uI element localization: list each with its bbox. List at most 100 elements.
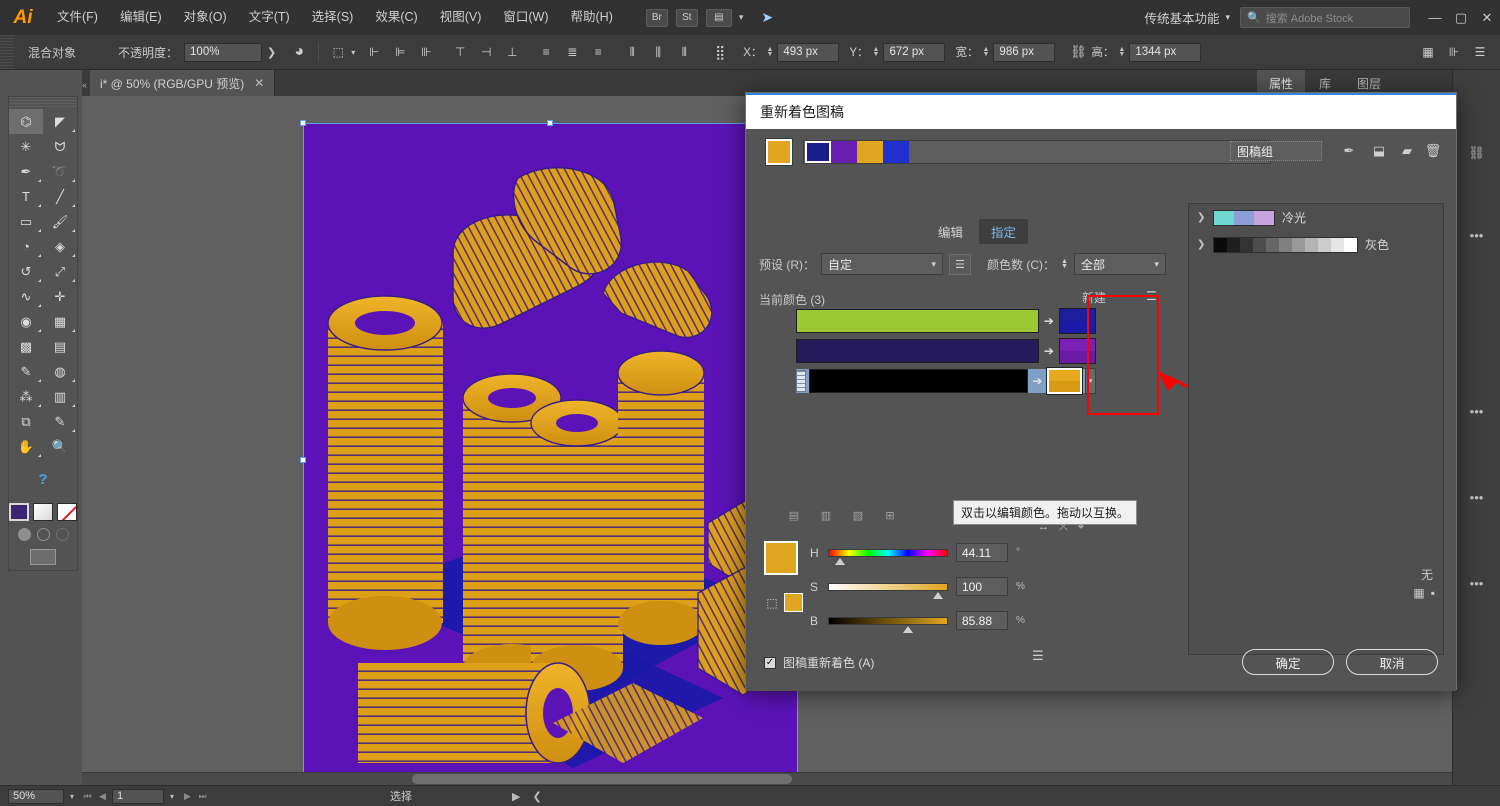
color-picker-icon[interactable]: ⌖: [1078, 521, 1084, 534]
width-input[interactable]: 986 px: [993, 42, 1056, 62]
tool-width[interactable]: ∿: [9, 284, 43, 309]
height-input[interactable]: 1344 px: [1129, 42, 1202, 62]
y-input[interactable]: 672 px: [883, 42, 946, 62]
dock-link-icon[interactable]: ⛓: [1453, 130, 1500, 176]
x-coordinate[interactable]: X： ▲ ▼ 493 px: [743, 42, 840, 62]
tool-gradient[interactable]: ▤: [43, 334, 77, 359]
height-stepper[interactable]: ▲ ▼: [1118, 46, 1125, 58]
selection-mode-chevron-down-icon[interactable]: ▾: [351, 48, 355, 57]
menu-edit[interactable]: 编辑(E): [109, 0, 173, 35]
tool-paintbrush[interactable]: 🖌: [43, 209, 77, 234]
opacity-mask-icon[interactable]: ◕: [287, 40, 311, 64]
row-drag-handle[interactable]: [796, 370, 806, 392]
ok-button[interactable]: 确定: [1242, 649, 1334, 675]
hsb-preview-swatch[interactable]: [764, 541, 798, 575]
tools-panel-grip[interactable]: [9, 97, 77, 109]
last-artboard-icon[interactable]: ⏭: [195, 791, 210, 802]
tab-collapse-icon[interactable]: «: [82, 80, 90, 96]
tab-assign[interactable]: 指定: [979, 219, 1029, 244]
control-bar-menu-icon[interactable]: ☰: [1468, 40, 1492, 64]
tool-shape-builder[interactable]: ◉: [9, 309, 43, 334]
menu-effect[interactable]: 效果(C): [364, 0, 428, 35]
menu-window[interactable]: 窗口(W): [492, 0, 559, 35]
align-bottom-icon[interactable]: ⊥: [500, 40, 524, 64]
tool-curvature[interactable]: ➰: [43, 159, 77, 184]
lock-aspect-ratio-icon[interactable]: ⛓: [1066, 40, 1090, 64]
chevron-right-icon-1[interactable]: ❯: [1197, 212, 1206, 223]
preset-select[interactable]: 自定 ▾: [821, 253, 943, 275]
selection-mode-icon[interactable]: ⬚: [326, 40, 350, 64]
chevron-right-icon-2[interactable]: ❯: [1197, 239, 1206, 250]
tool-pen[interactable]: ✒: [9, 159, 43, 184]
brightness-input[interactable]: 85.88: [956, 611, 1008, 630]
list-view-icon[interactable]: ▪: [1431, 586, 1435, 600]
tool-free-transform[interactable]: ✛: [43, 284, 77, 309]
source-color-bar-2[interactable]: [796, 339, 1039, 363]
separate-colors-icon[interactable]: ▥: [816, 507, 836, 523]
width-coordinate[interactable]: 宽： ▲ ▼ 986 px: [955, 42, 1056, 62]
tool-direct-selection[interactable]: ◤: [43, 109, 77, 134]
selection-handle-tl[interactable]: [300, 120, 306, 126]
stroke-swatch[interactable]: [33, 503, 53, 521]
color-groups-panel[interactable]: ❯ 冷光 ❯ 灰色 无 ▦ ▪: [1188, 203, 1444, 655]
maximize-button[interactable]: ▢: [1448, 0, 1474, 35]
tool-perspective-grid[interactable]: ▦: [43, 309, 77, 334]
dock-ellipsis-icon-1[interactable]: •••: [1453, 212, 1500, 258]
eyedropper-icon[interactable]: ✒: [1338, 141, 1360, 161]
artboard[interactable]: [303, 123, 797, 786]
color-mode-icon[interactable]: [17, 528, 31, 541]
tool-blend[interactable]: ◍: [43, 359, 77, 384]
align-top-icon[interactable]: ⊤: [448, 40, 472, 64]
first-artboard-icon[interactable]: ⏮: [80, 791, 95, 802]
color-row-3[interactable]: ➔ ▾: [796, 367, 1096, 395]
discover-icon[interactable]: ➤: [761, 9, 773, 26]
recolor-checkbox-row[interactable]: ✓ 图稿重新着色 (A): [764, 654, 874, 671]
tool-eyedropper[interactable]: ✎: [9, 359, 43, 384]
x-stepper[interactable]: ▲ ▼: [766, 46, 773, 58]
tool-scale[interactable]: ⤢: [43, 259, 77, 284]
brightness-slider[interactable]: [828, 616, 948, 633]
menu-object[interactable]: 对象(O): [173, 0, 238, 35]
color-group-name-input[interactable]: 图稿组: [1230, 141, 1322, 161]
trash-icon[interactable]: 🗑: [1422, 141, 1444, 161]
opacity-expand-icon[interactable]: ❯: [267, 46, 276, 59]
color-group-combo[interactable]: ▾: [803, 140, 1271, 164]
arrange-chevron-down-icon[interactable]: ▾: [739, 12, 744, 23]
status-prev-icon[interactable]: ❮: [532, 790, 541, 803]
color-row-1[interactable]: ➔: [796, 308, 1096, 334]
menu-select[interactable]: 选择(S): [301, 0, 365, 35]
zoom-chevron-down-icon[interactable]: ▾: [64, 792, 80, 801]
tool-lasso[interactable]: ᗢ: [43, 134, 77, 159]
scrollbar-thumb-horizontal[interactable]: [412, 774, 792, 784]
none-swatch[interactable]: [57, 503, 77, 521]
tool-help-icon[interactable]: ?: [9, 459, 77, 499]
align-middle-v-icon[interactable]: ⊣: [474, 40, 498, 64]
source-color-bar-3[interactable]: [808, 369, 1028, 393]
combo-chip-1[interactable]: [805, 141, 831, 163]
color-group-item-1[interactable]: ❯ 冷光: [1189, 204, 1443, 231]
randomize-icon[interactable]: ⤫: [1059, 521, 1068, 534]
width-stepper[interactable]: ▲ ▼: [982, 46, 989, 58]
distribute-bottom-icon[interactable]: ≡: [586, 40, 610, 64]
color-count-stepper[interactable]: ▲ ▼: [1061, 258, 1068, 270]
gradient-mode-icon[interactable]: [36, 528, 50, 541]
distribute-middle-icon[interactable]: ≣: [560, 40, 584, 64]
workspace-switcher[interactable]: 传统基本功能 ▾: [1144, 8, 1230, 27]
tool-column-graph[interactable]: ▥: [43, 384, 77, 409]
selection-handle-ml[interactable]: [300, 457, 306, 463]
align-right-icon[interactable]: ⊪: [414, 40, 438, 64]
merge-colors-icon[interactable]: ▤: [784, 507, 804, 523]
opacity-input[interactable]: 100%: [184, 42, 263, 62]
hsb-secondary-swatch[interactable]: [784, 593, 803, 612]
stock-button[interactable]: St: [675, 8, 698, 27]
fill-swatch[interactable]: [9, 503, 29, 521]
tool-line-segment[interactable]: ╱: [43, 184, 77, 209]
combo-chip-2[interactable]: [831, 141, 857, 163]
grid-view-icon[interactable]: ▦: [1413, 586, 1424, 600]
menu-view[interactable]: 视图(V): [429, 0, 493, 35]
distribute-left-icon[interactable]: ⦀: [620, 40, 644, 64]
saturation-input[interactable]: 100: [956, 577, 1008, 596]
menu-type[interactable]: 文字(T): [238, 0, 301, 35]
distribute-right-icon[interactable]: ⦀: [672, 40, 696, 64]
status-next-icon[interactable]: ▶: [512, 790, 520, 803]
